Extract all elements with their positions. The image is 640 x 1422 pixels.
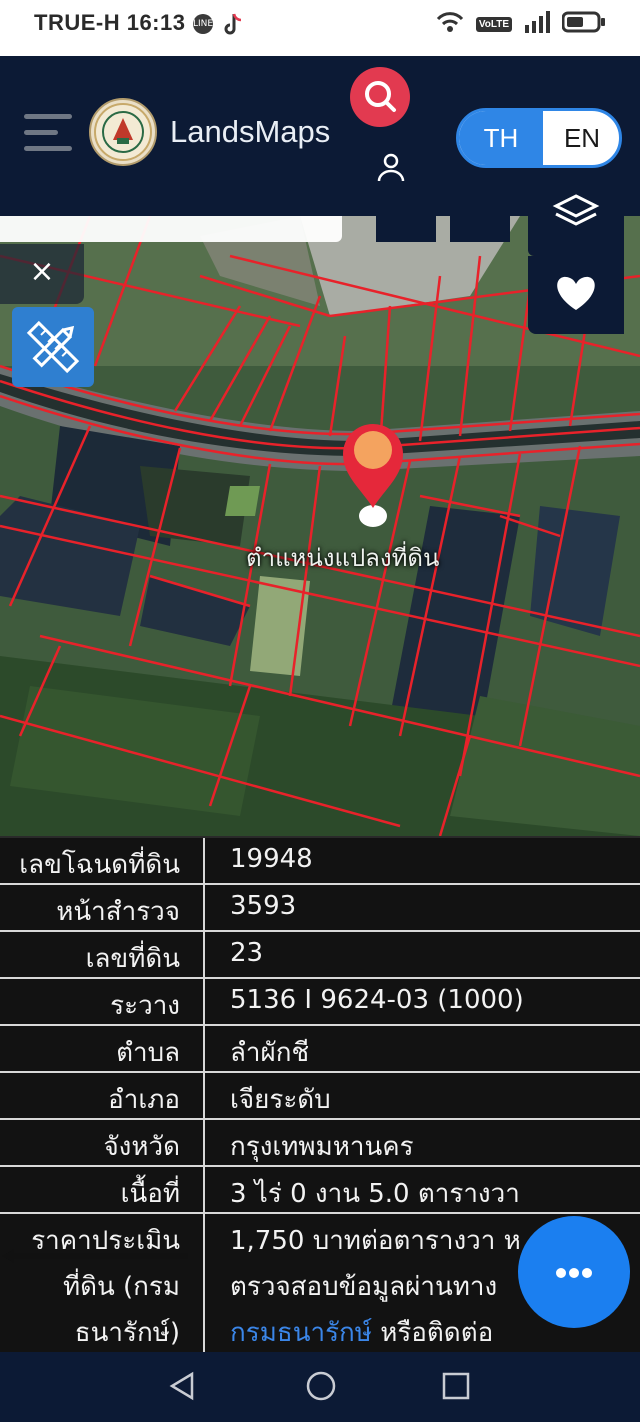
close-icon: × bbox=[29, 254, 55, 289]
ruler-pencil-icon bbox=[26, 320, 80, 374]
layers-icon bbox=[552, 194, 600, 226]
price-label-line3: ธนารักษ์) bbox=[74, 1318, 180, 1348]
map-label-box bbox=[450, 216, 510, 242]
nav-back-icon[interactable] bbox=[168, 1370, 198, 1406]
price-value-rest: หรือติดต่อ bbox=[371, 1318, 494, 1348]
volte-badge: VoLTE bbox=[475, 16, 512, 32]
line-app-icon: LINE bbox=[193, 14, 213, 34]
row-label: เลขที่ดิน bbox=[85, 944, 180, 974]
row-value: 3 ไร่ 0 งาน 5.0 ตารางวา bbox=[230, 1179, 520, 1209]
dot-icon bbox=[556, 1268, 566, 1278]
row-value: เจียระดับ bbox=[230, 1085, 331, 1115]
lang-th-option[interactable]: TH bbox=[459, 111, 543, 165]
row-value: 3593 bbox=[230, 891, 297, 921]
table-row: เนื้อที่ 3 ไร่ 0 งาน 5.0 ตารางวา bbox=[0, 1167, 640, 1214]
measure-tool-button[interactable] bbox=[12, 307, 94, 387]
hamburger-menu-icon[interactable] bbox=[24, 114, 72, 154]
status-icons: VoLTE bbox=[436, 11, 606, 37]
row-label: เลขโฉนดที่ดิน bbox=[19, 850, 180, 880]
tiktok-icon bbox=[222, 12, 244, 42]
row-value: ลำผักชี bbox=[230, 1038, 310, 1068]
close-button[interactable]: × bbox=[0, 244, 84, 304]
row-label: หน้าสำรวจ bbox=[56, 897, 180, 927]
location-pin-icon bbox=[340, 420, 406, 530]
price-label-line2: ที่ดิน (กรม bbox=[62, 1272, 180, 1302]
table-row: ระวาง 5136 I 9624-03 (1000) bbox=[0, 979, 640, 1026]
row-label: ระวาง bbox=[110, 991, 180, 1021]
brand-name: LandsMaps bbox=[170, 114, 331, 149]
table-row: เลขที่ดิน 23 bbox=[0, 932, 640, 979]
signal-icon bbox=[524, 11, 550, 37]
layers-button[interactable] bbox=[528, 178, 624, 256]
department-logo bbox=[89, 98, 157, 166]
lang-en-option[interactable]: EN bbox=[543, 111, 619, 165]
battery-icon bbox=[561, 11, 606, 37]
table-row: ตำบล ลำผักชี bbox=[0, 1026, 640, 1073]
back-arrow-icon bbox=[0, 1248, 190, 1263]
user-icon[interactable] bbox=[374, 150, 408, 184]
table-row: จังหวัด กรุงเทพมหานคร bbox=[0, 1120, 640, 1167]
nav-recents-icon[interactable] bbox=[440, 1370, 472, 1406]
map-label-box bbox=[376, 216, 436, 242]
row-label: อำเภอ bbox=[108, 1085, 180, 1115]
search-icon bbox=[365, 81, 396, 112]
table-row: เลขโฉนดที่ดิน 19948 bbox=[0, 838, 640, 885]
price-value-line3: กรมธนารักษ์ หรือติดต่อ bbox=[230, 1312, 493, 1353]
status-bar: TRUE-H 16:13 LINE VoLTE bbox=[0, 0, 640, 56]
row-value: 19948 bbox=[230, 844, 313, 874]
marker-label: ตำแหน่งแปลงที่ดิน bbox=[246, 544, 440, 572]
dot-icon bbox=[569, 1268, 579, 1278]
row-label: จังหวัด bbox=[103, 1132, 180, 1162]
more-options-button[interactable] bbox=[518, 1216, 630, 1328]
price-value-line2: ตรวจสอบข้อมูลผ่านทาง bbox=[230, 1272, 498, 1302]
carrier-time: TRUE-H 16:13 bbox=[34, 10, 186, 35]
row-label: ตำบล bbox=[116, 1038, 180, 1068]
table-row: อำเภอ เจียระดับ bbox=[0, 1073, 640, 1120]
row-value: 23 bbox=[230, 938, 264, 968]
treasury-link[interactable]: กรมธนารักษ์ bbox=[230, 1318, 372, 1348]
heart-icon bbox=[557, 276, 595, 310]
system-nav-bar bbox=[0, 1352, 640, 1422]
language-toggle[interactable]: TH EN bbox=[456, 108, 622, 168]
search-button[interactable] bbox=[350, 67, 410, 127]
price-value-line1: 1,750 บาทต่อตารางวา ห bbox=[230, 1226, 521, 1256]
map-search-strip[interactable] bbox=[0, 216, 342, 242]
row-value: กรุงเทพมหานคร bbox=[230, 1132, 414, 1162]
table-row: หน้าสำรวจ 3593 bbox=[0, 885, 640, 932]
row-value: 5136 I 9624-03 (1000) bbox=[230, 985, 524, 1015]
wifi-icon bbox=[436, 11, 464, 37]
row-label: เนื้อที่ bbox=[120, 1179, 180, 1209]
dot-icon bbox=[582, 1268, 592, 1278]
nav-home-icon[interactable] bbox=[305, 1370, 337, 1406]
favorite-button[interactable] bbox=[528, 256, 624, 334]
